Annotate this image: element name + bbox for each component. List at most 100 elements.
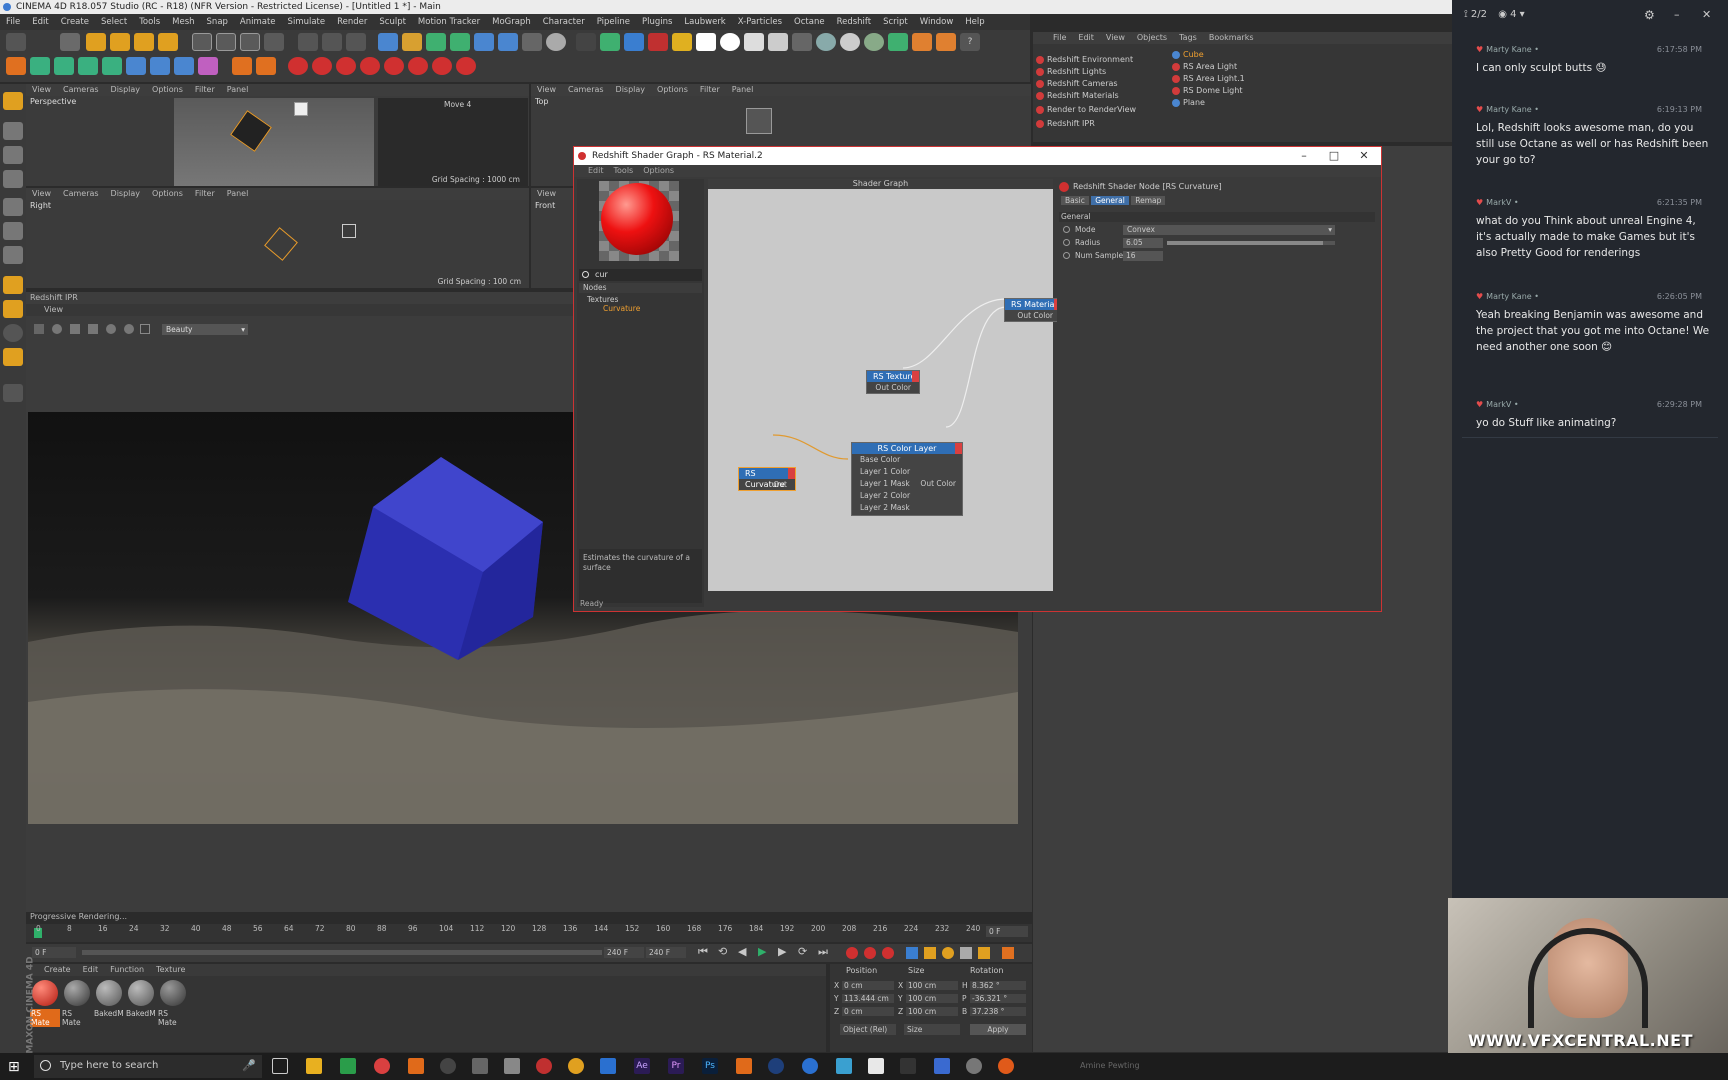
step-back-icon[interactable]: ◀ bbox=[738, 945, 746, 958]
node-rs-curvature[interactable]: RS Curvature Out bbox=[738, 467, 796, 491]
add-tool-icon[interactable] bbox=[158, 33, 178, 51]
menu-render[interactable]: Render bbox=[331, 14, 373, 30]
end-frame-field-2[interactable]: 240 F bbox=[646, 947, 686, 958]
checker-icon[interactable] bbox=[768, 33, 788, 51]
parameter-key-icon[interactable] bbox=[960, 947, 972, 959]
om-menu-objects[interactable]: Objects bbox=[1131, 33, 1173, 42]
object-rs-dome-light[interactable]: RS Dome Light bbox=[1169, 85, 1449, 97]
model-mode-icon[interactable] bbox=[30, 57, 50, 75]
floor-icon[interactable] bbox=[498, 33, 518, 51]
polygons-mode-icon[interactable] bbox=[102, 57, 122, 75]
om-menu-view[interactable]: View bbox=[1100, 33, 1131, 42]
snap-icon[interactable] bbox=[3, 276, 23, 294]
input-port-layer1-color[interactable]: Layer 1 Color bbox=[852, 466, 962, 478]
edges-mode-icon[interactable] bbox=[78, 57, 98, 75]
om-menu-bookmarks[interactable]: Bookmarks bbox=[1203, 33, 1260, 42]
taskbar-search[interactable]: Type here to search 🎤 bbox=[34, 1055, 262, 1078]
cylinder-icon[interactable] bbox=[792, 33, 812, 51]
keyframe-dot-icon[interactable] bbox=[1063, 252, 1070, 259]
cube-primitive-icon[interactable] bbox=[378, 33, 398, 51]
redshift-tool-4-icon[interactable] bbox=[360, 57, 380, 75]
menu-edit[interactable]: Edit bbox=[26, 14, 54, 30]
vp-menu-panel[interactable]: Panel bbox=[221, 189, 255, 198]
vp-menu-display[interactable]: Display bbox=[610, 85, 652, 94]
num-samples-field[interactable]: 16 bbox=[1123, 251, 1163, 261]
pla-key-icon[interactable] bbox=[978, 947, 990, 959]
app-red-icon[interactable] bbox=[536, 1058, 552, 1074]
app-gray-icon[interactable] bbox=[966, 1058, 982, 1074]
keyframe-dot-icon[interactable] bbox=[1063, 226, 1070, 233]
material-slot[interactable]: RS Mate bbox=[62, 980, 92, 1027]
undo-icon[interactable] bbox=[6, 33, 26, 51]
uv-icon[interactable] bbox=[744, 33, 764, 51]
record-key-icon[interactable] bbox=[846, 947, 858, 959]
solo-icon[interactable] bbox=[3, 324, 23, 342]
redshift-lights-item[interactable]: Redshift Lights bbox=[1033, 66, 1155, 78]
node-output-port[interactable]: Out Color bbox=[867, 382, 919, 394]
play-icon[interactable]: ▶ bbox=[758, 945, 766, 958]
workplane-axis-icon[interactable] bbox=[3, 170, 23, 188]
menu-character[interactable]: Character bbox=[537, 14, 591, 30]
position-x-field[interactable]: 0 cm bbox=[842, 981, 894, 990]
menu-select[interactable]: Select bbox=[95, 14, 133, 30]
edges-icon[interactable] bbox=[3, 222, 23, 240]
make-editable-icon[interactable] bbox=[3, 92, 23, 110]
windows-start-icon[interactable]: ⊞ bbox=[8, 1059, 20, 1075]
redshift-cameras-item[interactable]: Redshift Cameras bbox=[1033, 78, 1155, 90]
size-z-field[interactable]: 100 cm bbox=[906, 1007, 958, 1016]
menu-sculpt[interactable]: Sculpt bbox=[373, 14, 412, 30]
menu-plugins[interactable]: Plugins bbox=[636, 14, 678, 30]
keyframe-dot-icon[interactable] bbox=[1063, 239, 1070, 246]
redshift-tool-2-icon[interactable] bbox=[312, 57, 332, 75]
vp-menu-view[interactable]: View bbox=[531, 189, 562, 198]
close-icon[interactable]: ✕ bbox=[1349, 147, 1379, 165]
shader-graph-canvas[interactable]: Shader Graph RS Material Out Color RS Te… bbox=[708, 179, 1062, 591]
region-icon[interactable] bbox=[140, 324, 150, 334]
menu-animate[interactable]: Animate bbox=[234, 14, 282, 30]
material-slot[interactable]: BakedM bbox=[94, 980, 124, 1022]
frame-range-slider[interactable] bbox=[82, 950, 602, 955]
current-frame-field[interactable]: 0 F bbox=[986, 926, 1028, 937]
size-x-field[interactable]: 100 cm bbox=[906, 981, 958, 990]
render-to-renderview-item[interactable]: Render to RenderView bbox=[1033, 104, 1155, 116]
timeline-menu-icon[interactable] bbox=[1002, 947, 1014, 959]
redshift-tool-3-icon[interactable] bbox=[336, 57, 356, 75]
scale-tool-icon[interactable] bbox=[110, 33, 130, 51]
cinema4d-taskbar-icon[interactable] bbox=[768, 1058, 784, 1074]
app-image-icon[interactable] bbox=[504, 1058, 520, 1074]
radius-slider[interactable] bbox=[1167, 241, 1335, 245]
model-icon[interactable] bbox=[3, 122, 23, 140]
vp-menu-options[interactable]: Options bbox=[146, 189, 189, 198]
apply-button[interactable]: Apply bbox=[970, 1024, 1026, 1035]
vp-menu-options[interactable]: Options bbox=[146, 85, 189, 94]
shader-menu-options[interactable]: Options bbox=[643, 166, 674, 175]
gear-icon[interactable]: ⚙ bbox=[1644, 8, 1655, 22]
sun-icon[interactable] bbox=[672, 33, 692, 51]
menu-octane[interactable]: Octane bbox=[788, 14, 831, 30]
help-icon[interactable]: ? bbox=[960, 33, 980, 51]
environment-icon[interactable] bbox=[864, 33, 884, 51]
redshift-tool-1-icon[interactable] bbox=[288, 57, 308, 75]
perspective-viewport[interactable]: View Cameras Display Options Filter Panel Per… bbox=[26, 84, 529, 186]
step-forward-icon[interactable]: ▶ bbox=[778, 945, 786, 958]
vp-menu-cameras[interactable]: Cameras bbox=[57, 189, 105, 198]
axis-mode-icon[interactable] bbox=[174, 57, 194, 75]
vp-menu-panel[interactable]: Panel bbox=[726, 85, 760, 94]
menu-motion-tracker[interactable]: Motion Tracker bbox=[412, 14, 486, 30]
select-tool-icon[interactable] bbox=[60, 33, 80, 51]
blender-icon[interactable] bbox=[568, 1058, 584, 1074]
app-blue-icon[interactable] bbox=[600, 1058, 616, 1074]
file-explorer-icon[interactable] bbox=[306, 1058, 322, 1074]
redshift-environment-item[interactable]: Redshift Environment bbox=[1033, 54, 1155, 66]
redshift-tool-5-icon[interactable] bbox=[384, 57, 404, 75]
menu-snap[interactable]: Snap bbox=[201, 14, 234, 30]
menu-help[interactable]: Help bbox=[959, 14, 990, 30]
lock-icon[interactable] bbox=[70, 324, 80, 334]
radius-field[interactable]: 6.05 bbox=[1123, 238, 1163, 248]
go-to-end-icon[interactable]: ⏭ bbox=[818, 945, 828, 959]
grid-icon[interactable] bbox=[3, 384, 23, 402]
settings-gear-icon[interactable] bbox=[576, 33, 596, 51]
y-axis-icon[interactable] bbox=[216, 33, 236, 51]
stop-icon[interactable] bbox=[34, 324, 44, 334]
uv-mode-icon[interactable] bbox=[126, 57, 146, 75]
